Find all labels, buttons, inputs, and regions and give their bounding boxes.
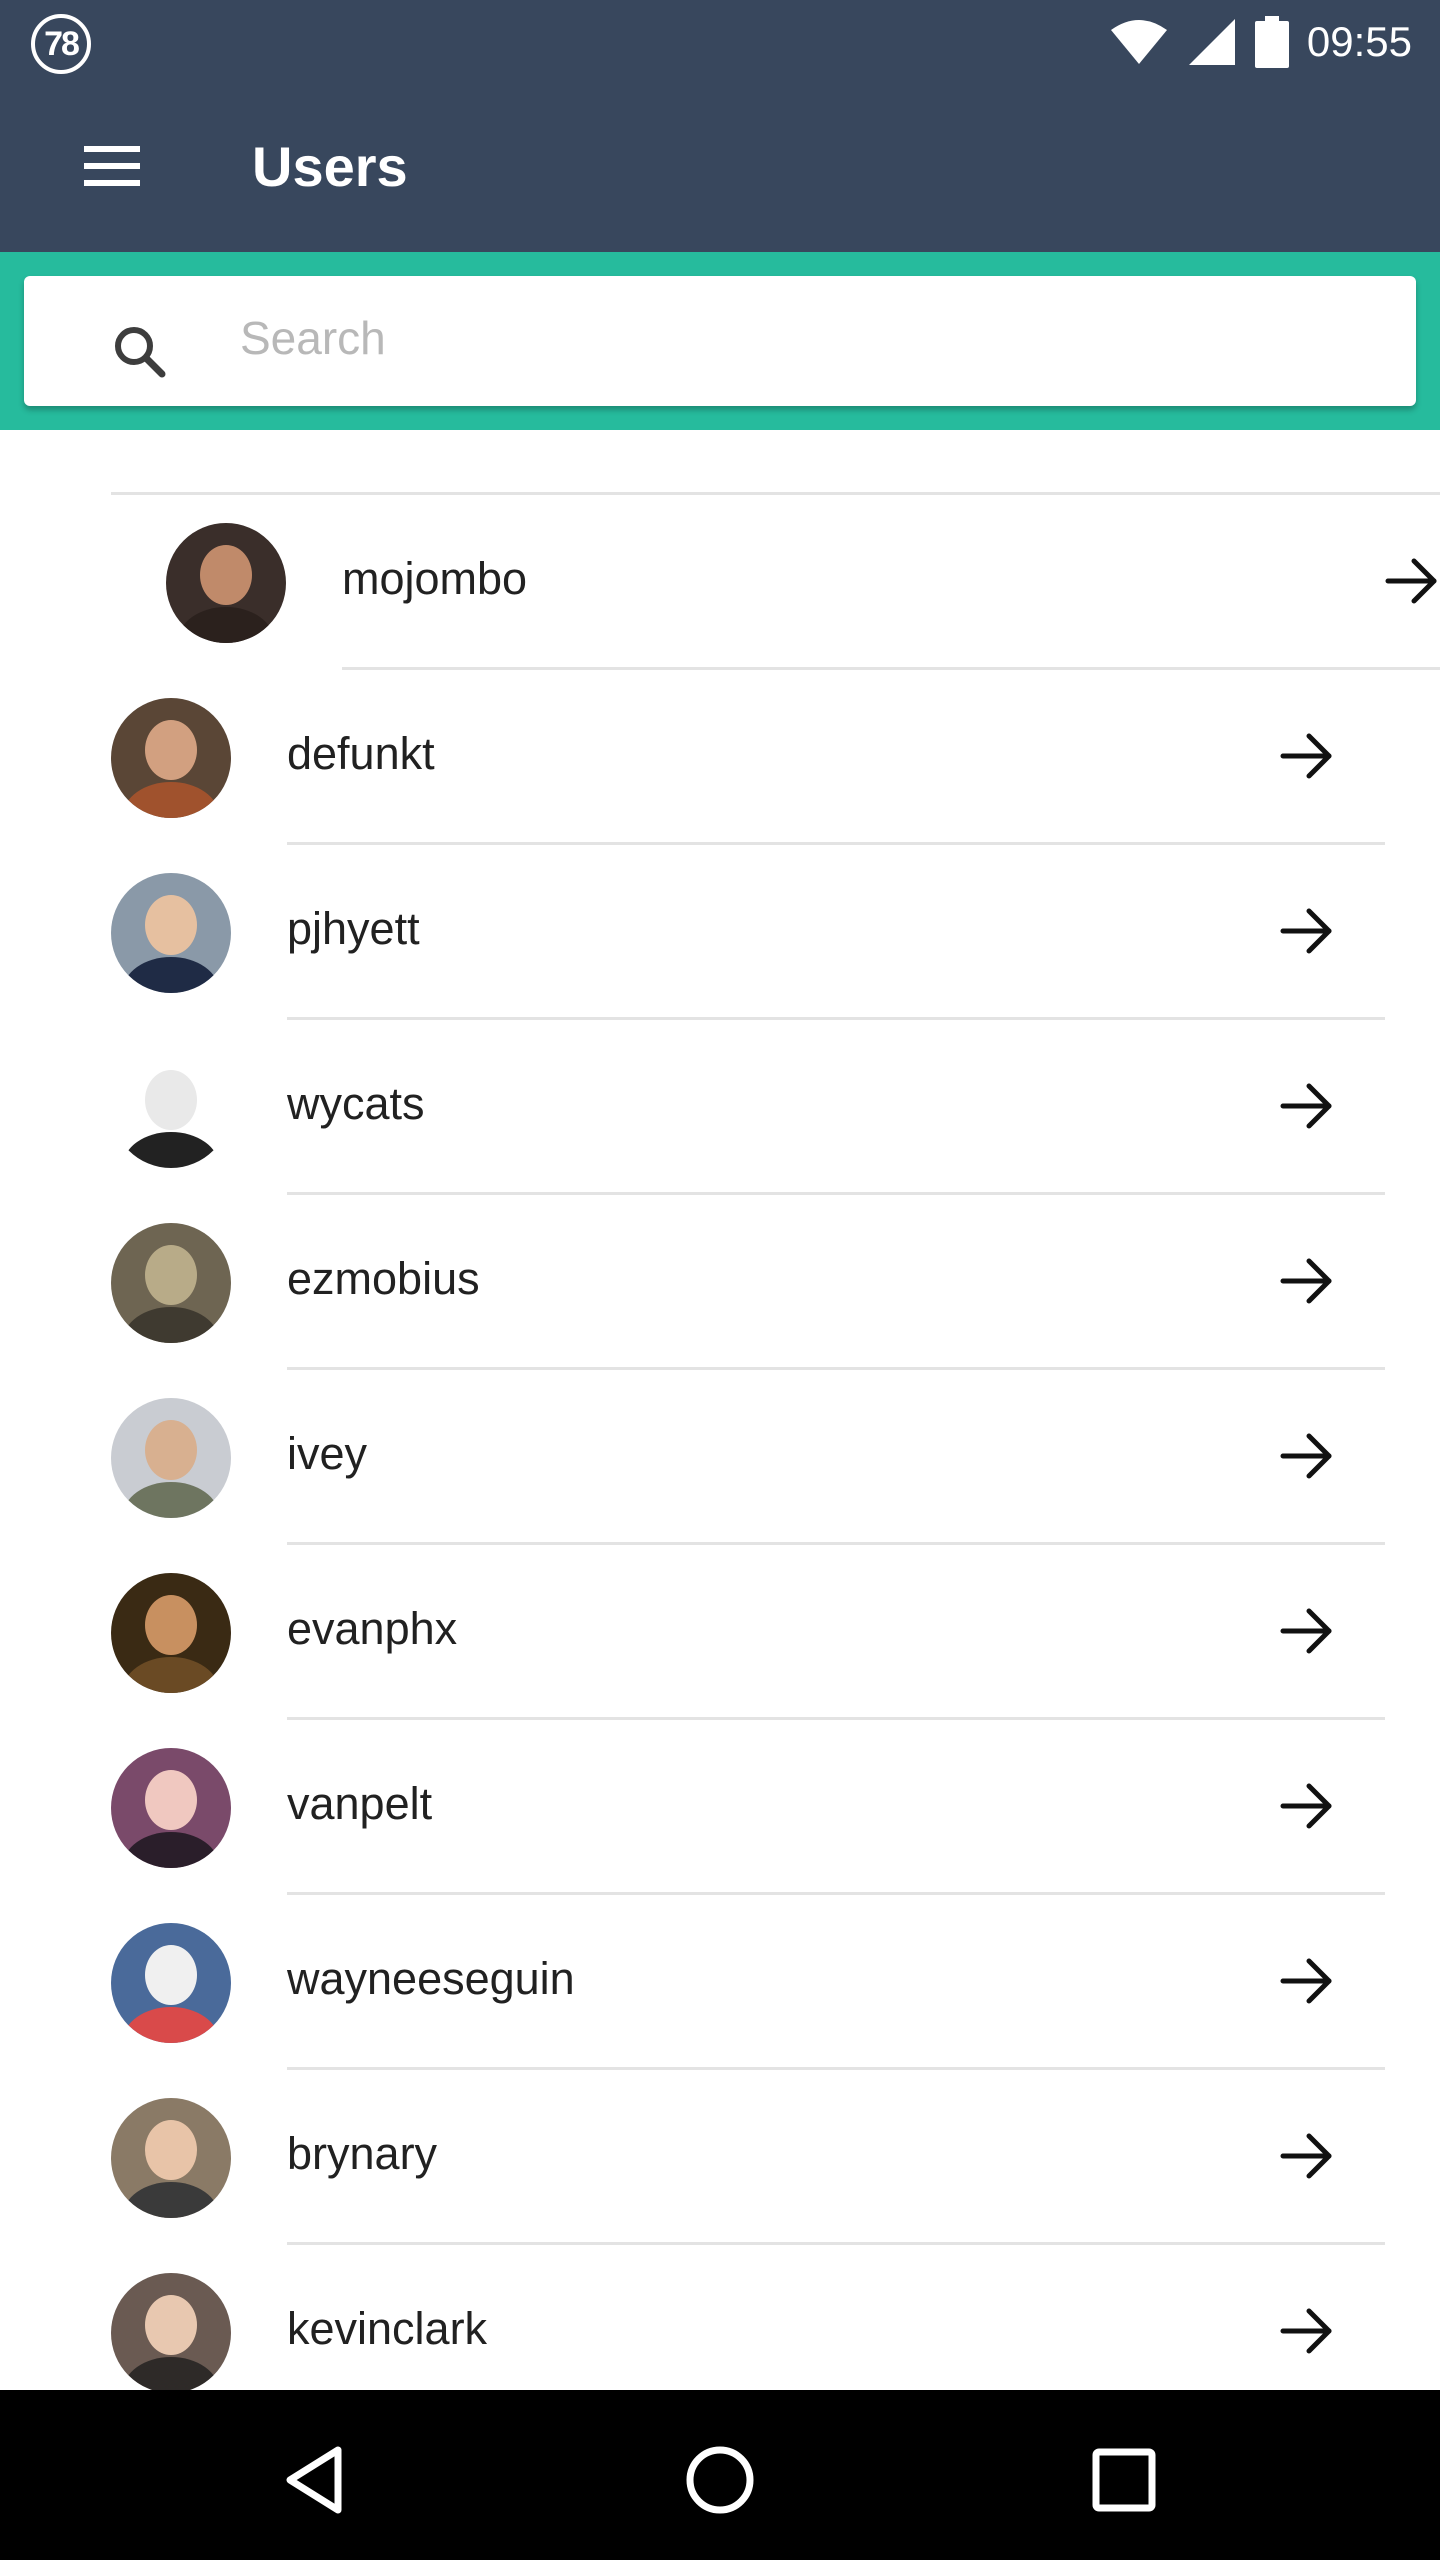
list-item[interactable]: ezmobius [111,1195,1385,1370]
list-item[interactable]: brynary [111,2070,1385,2245]
avatar [111,2098,231,2218]
search-box[interactable] [24,276,1416,406]
list-item[interactable]: wayneeseguin [111,1895,1385,2070]
hamburger-menu-icon [84,146,140,186]
avatar [111,1223,231,1343]
status-bar: 78 09:55 [0,0,1440,84]
username-label: mojombo [342,553,528,604]
arrow-right-icon[interactable] [1279,1778,1335,1834]
arrow-right-icon[interactable] [1279,1078,1335,1134]
username-label: kevinclark [287,2303,488,2354]
username-label: brynary [287,2128,438,2179]
arrow-right-icon[interactable] [1279,903,1335,959]
avatar [111,1048,231,1168]
back-triangle-icon[interactable] [276,2440,356,2520]
status-time: 09:55 [1306,18,1412,65]
search-input[interactable] [240,300,1380,376]
home-circle-icon[interactable] [680,2440,760,2520]
system-nav-bar [0,2390,1440,2560]
avatar [111,1573,231,1693]
battery-icon [1254,16,1289,68]
search-band [0,252,1440,430]
recents-square-icon[interactable] [1084,2440,1164,2520]
status-icons: 09:55 [1109,14,1412,70]
avatar [111,1923,231,2043]
arrow-right-icon[interactable] [1279,1428,1335,1484]
arrow-right-icon[interactable] [1279,1953,1335,2009]
username-label: evanphx [287,1603,458,1654]
username-label: wayneeseguin [287,1953,575,2004]
arrow-right-icon[interactable] [1279,2303,1335,2359]
avatar [166,523,286,643]
username-label: ezmobius [287,1253,480,1304]
signal-icon [1188,19,1235,65]
avatar [111,873,231,993]
menu-button[interactable] [76,130,148,202]
arrow-right-icon[interactable] [1279,1253,1335,1309]
arrow-right-icon[interactable] [1384,553,1440,609]
username-label: pjhyett [287,903,420,954]
username-label: vanpelt [287,1778,433,1829]
username-label: ivey [287,1428,368,1479]
wifi-icon [1110,20,1167,64]
user-list[interactable]: mojombo defunkt pjhyett wycats ezmobius ivey e… [0,430,1440,2390]
list-item[interactable]: kevinclark [111,2245,1385,2390]
search-icon [115,327,166,378]
list-item[interactable]: pjhyett [111,845,1385,1020]
avatar [111,1748,231,1868]
arrow-right-icon[interactable] [1279,2128,1335,2184]
avatar [111,698,231,818]
notification-badge: 78 [31,14,91,74]
username-label: wycats [287,1078,425,1129]
avatar [111,2273,231,2390]
app-bar: Users [0,84,1440,252]
list-item[interactable]: ivey [111,1370,1385,1545]
username-label: defunkt [287,728,435,779]
avatar [111,1398,231,1518]
list-item[interactable]: evanphx [111,1545,1385,1720]
arrow-right-icon[interactable] [1279,1603,1335,1659]
list-item[interactable]: wycats [111,1020,1385,1195]
page-title: Users [252,135,408,198]
list-item[interactable]: mojombo [166,495,1440,670]
arrow-right-icon[interactable] [1279,728,1335,784]
list-item[interactable]: vanpelt [111,1720,1385,1895]
list-item[interactable]: defunkt [111,670,1385,845]
